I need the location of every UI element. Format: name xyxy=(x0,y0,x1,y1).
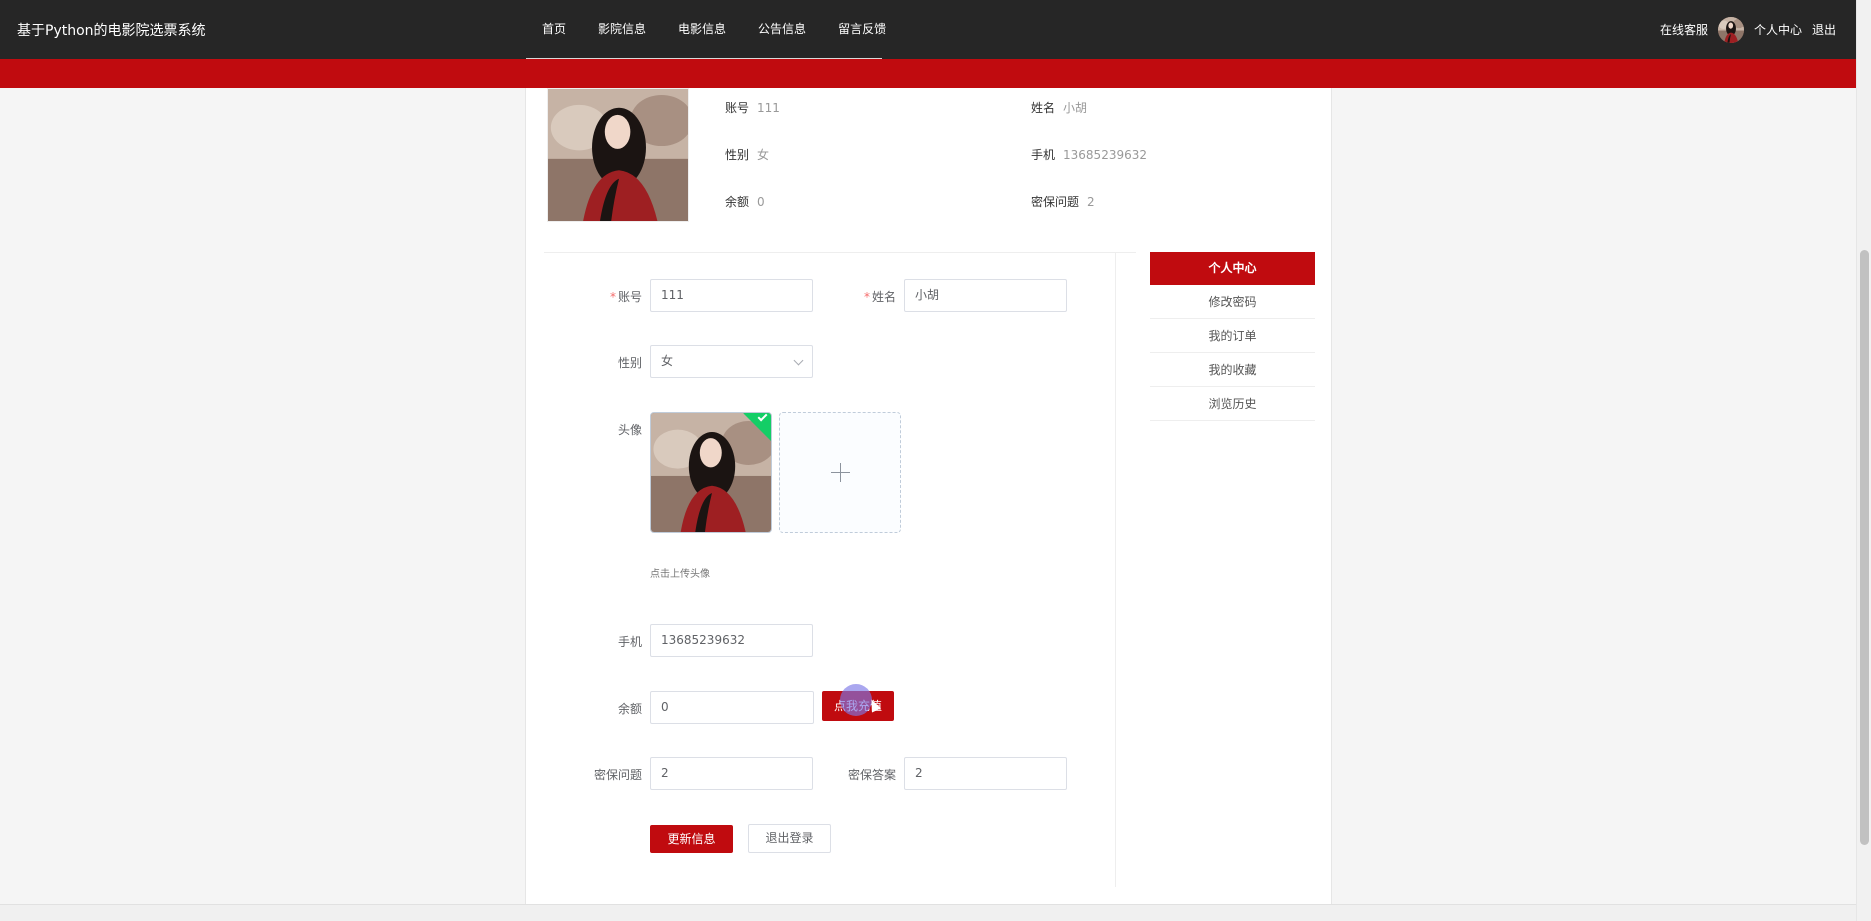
question-input[interactable]: 2 xyxy=(650,757,813,790)
info-divider xyxy=(544,252,1136,253)
info-name: 姓名 小胡 xyxy=(1031,99,1087,116)
user-area: 在线客服 个人中心 退出 xyxy=(1660,0,1836,59)
info-gender-label: 性别 xyxy=(725,148,750,162)
update-info-button[interactable]: 更新信息 xyxy=(650,825,733,853)
sidebar-item-browse-history[interactable]: 浏览历史 xyxy=(1150,387,1315,421)
side-menu-title[interactable]: 个人中心 xyxy=(1150,252,1315,285)
info-name-value: 小胡 xyxy=(1063,101,1088,115)
answer-input[interactable]: 2 xyxy=(904,757,1067,790)
info-gender: 性别女 xyxy=(725,146,769,163)
sidebar-item-change-password[interactable]: 修改密码 xyxy=(1150,285,1315,319)
info-gender-value: 女 xyxy=(757,148,770,162)
account-input[interactable]: 111 xyxy=(650,279,813,312)
logout-link[interactable]: 退出 xyxy=(1812,21,1836,38)
phone-input[interactable]: 13685239632 xyxy=(650,624,813,657)
sidebar-item-my-favorites[interactable]: 我的收藏 xyxy=(1150,353,1315,387)
nav-notice-info[interactable]: 公告信息 xyxy=(742,0,822,59)
gender-label: 性别 xyxy=(617,356,642,370)
bottom-strip xyxy=(0,904,1856,921)
name-label: * 姓名 xyxy=(863,290,896,304)
info-phone-label: 手机 xyxy=(1031,148,1056,162)
balance-label: 余额 xyxy=(617,702,642,716)
gender-select[interactable]: 女 xyxy=(650,345,813,378)
account-label: * 账号 xyxy=(609,290,642,304)
answer-label: 密保答案 xyxy=(847,768,896,782)
side-menu: 个人中心 修改密码 我的订单 我的收藏 浏览历史 xyxy=(1150,252,1315,421)
balance-input[interactable]: 0 xyxy=(650,691,814,724)
info-phone: 手机 13685239632 xyxy=(1031,146,1147,163)
info-question-label: 密保问题 xyxy=(1031,195,1080,209)
info-account-value: 111 xyxy=(757,101,780,115)
info-question: 密保问题 2 xyxy=(1031,193,1095,210)
avatar[interactable] xyxy=(1717,16,1744,43)
avatar-preview[interactable] xyxy=(650,412,772,533)
info-phone-value: 13685239632 xyxy=(1063,148,1147,162)
info-balance-label: 余额 xyxy=(725,195,750,209)
online-service-link[interactable]: 在线客服 xyxy=(1660,21,1708,38)
site-title[interactable]: 基于Python的电影院选票系统 xyxy=(17,20,206,40)
avatar-label: 头像 xyxy=(617,423,642,437)
form-divider xyxy=(1115,252,1116,887)
user-center-link[interactable]: 个人中心 xyxy=(1754,21,1802,38)
avatar-upload-button[interactable] xyxy=(779,412,901,533)
upload-tip: 点击上传头像 xyxy=(650,569,710,580)
question-label: 密保问题 xyxy=(593,768,642,782)
cursor-highlight xyxy=(840,684,872,716)
main-content: 账号 111 姓名 小胡 性别女 手机 13685239632 余额 0 密保问题 2 *… xyxy=(525,88,1332,904)
info-account: 账号 111 xyxy=(725,99,780,116)
phone-label: 手机 xyxy=(617,635,642,649)
sidebar-item-my-orders[interactable]: 我的订单 xyxy=(1150,319,1315,353)
info-balance-value: 0 xyxy=(757,195,765,209)
info-question-value: 2 xyxy=(1087,195,1095,209)
banner-strip xyxy=(0,59,1856,88)
top-navbar: 基于Python的电影院选票系统 首页 影院信息 电影信息 公告信息 留言反馈 … xyxy=(0,0,1856,59)
scrollbar[interactable] xyxy=(1856,0,1871,921)
name-input[interactable]: 小胡 xyxy=(904,279,1067,312)
info-name-label: 姓名 xyxy=(1031,101,1056,115)
main-nav: 首页 影院信息 电影信息 公告信息 留言反馈 xyxy=(526,0,902,59)
profile-photo xyxy=(547,88,689,222)
gender-select-value: 女 xyxy=(661,354,674,368)
scrollbar-thumb[interactable] xyxy=(1860,250,1869,845)
info-balance: 余额 0 xyxy=(725,193,765,210)
logout-button[interactable]: 退出登录 xyxy=(748,824,831,853)
nav-home[interactable]: 首页 xyxy=(526,0,582,59)
nav-movie-info[interactable]: 电影信息 xyxy=(662,0,742,59)
nav-cinema-info[interactable]: 影院信息 xyxy=(582,0,662,59)
info-account-label: 账号 xyxy=(725,101,750,115)
chevron-down-icon xyxy=(793,355,804,366)
nav-feedback[interactable]: 留言反馈 xyxy=(822,0,902,59)
